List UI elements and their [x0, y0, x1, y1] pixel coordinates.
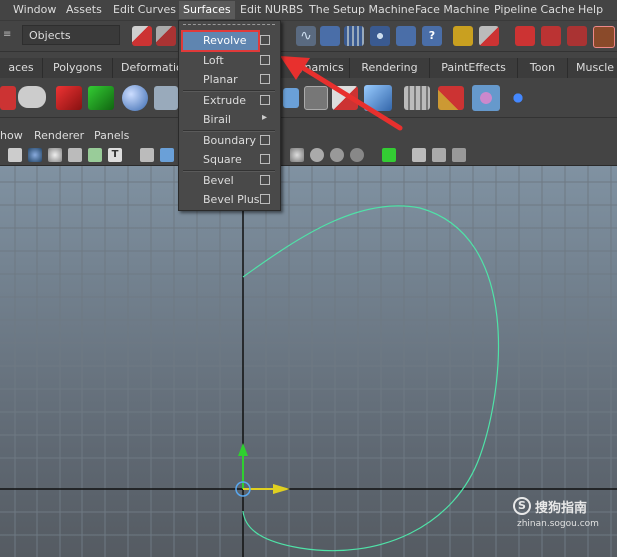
shelf-red-curve-icon[interactable] [56, 86, 82, 110]
panel-shadow-icon[interactable] [350, 148, 364, 162]
lock-icon[interactable] [453, 26, 473, 46]
magnet-icon[interactable] [515, 26, 535, 46]
snap-point-icon[interactable] [370, 26, 390, 46]
menu-bar: Window Assets Edit Curves Surfaces Edit … [0, 0, 617, 21]
shelf-brush-icon[interactable] [438, 86, 464, 110]
panel-layout-icon[interactable] [412, 148, 426, 162]
menu-item-square[interactable]: Square [179, 151, 279, 169]
panel-share-icon[interactable] [452, 148, 466, 162]
menu-assets[interactable]: Assets [66, 3, 102, 16]
select-by-object-icon[interactable] [156, 26, 176, 46]
panel-cube-wire-icon[interactable] [140, 148, 154, 162]
menu-item-birail[interactable]: Birail ▸ [179, 111, 279, 129]
panel-menu-renderer[interactable]: Renderer [34, 129, 84, 142]
render-view-icon[interactable] [593, 26, 615, 48]
panel-layout-two-icon[interactable] [432, 148, 446, 162]
tear-off-line[interactable] [183, 24, 275, 27]
shelf-axis-icon[interactable] [505, 86, 531, 110]
loft-options-box[interactable] [260, 55, 270, 65]
menu-edit-curves[interactable]: Edit Curves [113, 3, 176, 16]
menu-setup-machine[interactable]: The Setup Machine [309, 3, 415, 16]
watermark-title: 搜狗指南 [535, 501, 588, 516]
submenu-arrow-icon: ▸ [262, 112, 268, 123]
menu-item-extrude[interactable]: Extrude [179, 92, 279, 110]
panel-light-icon[interactable] [88, 148, 102, 162]
planar-options-box[interactable] [260, 74, 270, 84]
surfaces-dropdown-menu: Revolve Loft Planar Extrude Birail ▸ Bou… [178, 20, 281, 211]
menu-surfaces[interactable]: Surfaces [179, 1, 235, 19]
panel-wire-icon[interactable] [48, 148, 62, 162]
panel-ambient-icon[interactable] [310, 148, 324, 162]
shelf-tab-muscle[interactable]: Muscle [568, 58, 617, 78]
annotation-arrow [280, 56, 403, 131]
menu-edit-nurbs[interactable]: Edit NURBS [240, 3, 303, 16]
menu-item-boundary-label: Boundary [203, 134, 256, 147]
magnet-curve-icon[interactable] [541, 26, 561, 46]
panel-toolbar: T [0, 145, 617, 166]
panel-xray-icon[interactable] [290, 148, 304, 162]
menu-item-square-label: Square [203, 153, 242, 166]
bevel-options-box[interactable] [260, 175, 270, 185]
shelf-tab-surfaces[interactable]: aces [0, 58, 43, 78]
menu-item-planar[interactable]: Planar [179, 71, 279, 89]
watermark: S 搜狗指南 zhinan.sogou.com [513, 495, 603, 535]
panel-texture-icon[interactable] [68, 148, 82, 162]
panel-menu-show[interactable]: how [0, 129, 23, 142]
select-by-hierarchy-icon[interactable] [132, 26, 152, 46]
menu-window[interactable]: Window [13, 3, 56, 16]
menu-item-bevel[interactable]: Bevel [179, 172, 279, 190]
collapse-handle-icon[interactable]: ≡ [3, 27, 17, 43]
extrude-options-box[interactable] [260, 95, 270, 105]
panel-smooth-icon[interactable] [330, 148, 344, 162]
menu-item-extrude-label: Extrude [203, 94, 247, 107]
menu-item-revolve[interactable]: Revolve [179, 32, 279, 50]
shelf-tab-toon[interactable]: Toon [518, 58, 568, 78]
viewport[interactable]: S 搜狗指南 zhinan.sogou.com [0, 166, 617, 557]
selection-mode-dropdown[interactable]: Objects [22, 25, 120, 45]
menu-item-loft-label: Loft [203, 54, 224, 67]
menu-face-machine[interactable]: Face Machine [415, 3, 489, 16]
snap-grid-icon[interactable] [344, 26, 364, 46]
help-question-icon[interactable]: ? [422, 26, 442, 46]
boundary-options-box[interactable] [260, 135, 270, 145]
menu-item-bevel-label: Bevel [203, 174, 234, 187]
snap-surface-icon[interactable] [320, 26, 340, 46]
shelf-manipulator-icon[interactable] [472, 85, 500, 111]
menu-item-bevel-plus-label: Bevel Plus [203, 193, 260, 206]
menu-item-loft[interactable]: Loft [179, 52, 279, 70]
shelf-camera-icon[interactable] [18, 86, 46, 108]
menu-help[interactable]: Help [578, 3, 603, 16]
menu-item-birail-label: Birail [203, 113, 231, 126]
menu-item-revolve-label: Revolve [203, 34, 247, 47]
shelf-tab-deformation[interactable]: Deformatio [113, 58, 183, 78]
shelf-revolve-icon[interactable] [0, 86, 16, 110]
snap-view-plane-icon[interactable] [396, 26, 416, 46]
shelf-tab-painteffects[interactable]: PaintEffects [430, 58, 518, 78]
nurbs-curve[interactable] [242, 205, 500, 552]
sogou-logo-icon: S [513, 497, 531, 515]
shelf-tab-polygons[interactable]: Polygons [43, 58, 113, 78]
bevel-plus-options-box[interactable] [260, 194, 270, 204]
menu-pipeline-cache[interactable]: Pipeline Cache [494, 3, 575, 16]
snap-curve-icon[interactable]: ∿ [296, 26, 316, 46]
watermark-url: zhinan.sogou.com [517, 519, 599, 529]
menu-item-planar-label: Planar [203, 73, 238, 86]
panel-shaded-icon[interactable] [28, 148, 42, 162]
square-options-box[interactable] [260, 154, 270, 164]
origin-manipulator[interactable] [235, 443, 290, 497]
magnet-point-icon[interactable] [567, 26, 587, 46]
shelf-object-icon[interactable] [154, 86, 178, 110]
revolve-options-box[interactable] [260, 35, 270, 45]
panel-cube-shaded-icon[interactable] [160, 148, 174, 162]
shelf-green-arrow-icon[interactable] [88, 86, 114, 110]
menu-item-bevel-plus[interactable]: Bevel Plus [179, 191, 279, 209]
construction-history-icon[interactable] [479, 26, 499, 46]
panel-text-icon[interactable]: T [108, 148, 122, 162]
panel-isolate-icon[interactable] [382, 148, 396, 162]
panel-menu-panels[interactable]: Panels [94, 129, 129, 142]
shelf-sphere-icon[interactable] [122, 85, 148, 111]
panel-grid-icon[interactable] [8, 148, 22, 162]
menu-item-boundary[interactable]: Boundary [179, 132, 279, 150]
